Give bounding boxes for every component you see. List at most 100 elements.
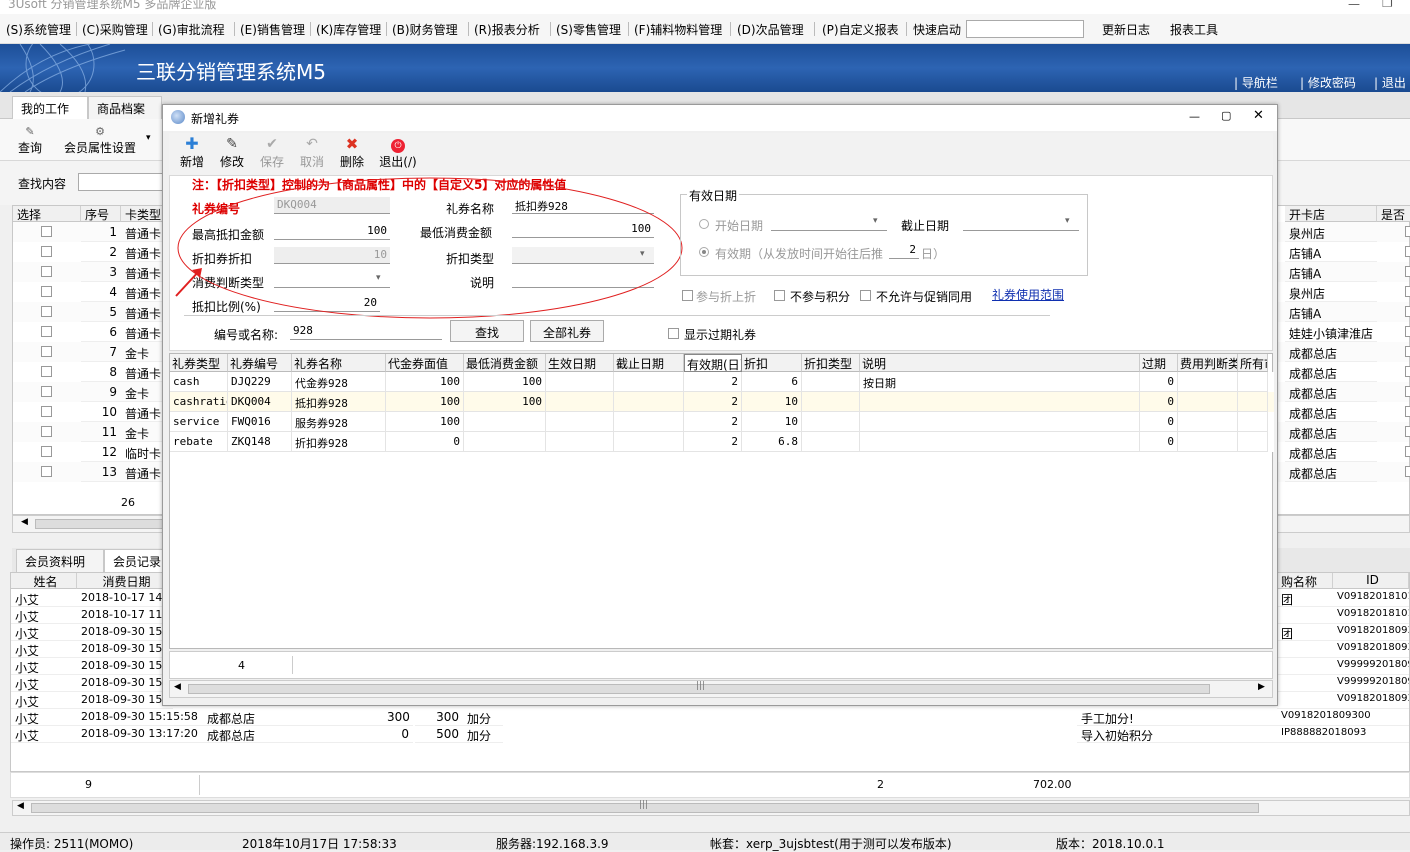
edit-button[interactable]: ✎ 修改: [217, 135, 247, 170]
coupon-grid-header[interactable]: 说明: [860, 354, 1140, 372]
changelog-link[interactable]: 更新日志: [1102, 21, 1150, 38]
exit-button[interactable]: ⏻ 退出(/): [375, 135, 421, 170]
select-checkbox[interactable]: [41, 466, 52, 480]
tab-product-archive[interactable]: 商品档案管: [88, 96, 162, 133]
table-row[interactable]: 小艾 2018-09-30 15:15:58 成都总店 300 300 加分 手工加分! V0…: [11, 709, 1409, 726]
coupon-grid-header[interactable]: 过期: [1140, 354, 1178, 372]
coupon-grid-header[interactable]: 礼券编号: [228, 354, 292, 372]
delete-button[interactable]: ✖ 删除: [337, 135, 367, 170]
menu-finance[interactable]: (B)财务管理: [392, 21, 458, 38]
row-has-checkbox[interactable]: [1405, 226, 1410, 240]
row-has-checkbox[interactable]: [1405, 266, 1410, 280]
scroll-right-icon[interactable]: ▶: [1258, 682, 1265, 692]
report-tool-link[interactable]: 报表工具: [1170, 21, 1218, 38]
select-checkbox[interactable]: [41, 446, 52, 460]
logout-link[interactable]: | 退出: [1374, 74, 1406, 91]
coupon-grid-scrollbar[interactable]: ◀ ||| ▶: [169, 680, 1273, 698]
close-icon[interactable]: ✕: [1253, 108, 1264, 123]
row-has-checkbox[interactable]: [1405, 446, 1410, 460]
select-checkbox[interactable]: [41, 406, 52, 420]
coupon-grid-header[interactable]: 截止日期: [614, 354, 684, 372]
start-date-radio[interactable]: [699, 219, 709, 229]
menu-defects[interactable]: (D)次品管理: [737, 21, 804, 38]
no-promo-checkbox[interactable]: [860, 290, 871, 304]
period-input[interactable]: 2: [889, 242, 919, 259]
maximize-icon[interactable]: ▢: [1221, 109, 1231, 122]
restore-icon[interactable]: ❐: [1382, 0, 1393, 10]
header-id[interactable]: ID: [1333, 573, 1409, 589]
menu-retail[interactable]: (S)零售管理: [556, 21, 621, 38]
row-has-checkbox[interactable]: [1405, 366, 1410, 380]
row-has-checkbox[interactable]: [1405, 326, 1410, 340]
select-checkbox[interactable]: [41, 306, 52, 320]
coupon-grid-header[interactable]: 折扣类型: [802, 354, 860, 372]
select-checkbox[interactable]: [41, 326, 52, 340]
coupon-grid-header[interactable]: 所有市: [1238, 354, 1268, 372]
table-row[interactable]: service FWQ016 服务券928 100 2 10 0: [170, 412, 1274, 432]
table-row[interactable]: cash DJQ229 代金券928 100 100 2 6 按日期 0: [170, 372, 1274, 392]
select-checkbox[interactable]: [41, 226, 52, 240]
table-row[interactable]: 小艾 2018-09-30 13:17:20 成都总店 0 500 加分 导入初始积分 IP8…: [11, 726, 1409, 743]
menu-inventory[interactable]: (K)库存管理: [316, 21, 381, 38]
scope-link[interactable]: 礼券使用范围: [992, 286, 1064, 303]
select-checkbox[interactable]: [41, 286, 52, 300]
coupon-grid-header[interactable]: 代金券面值: [386, 354, 464, 372]
select-checkbox[interactable]: [41, 266, 52, 280]
start-date-input[interactable]: [771, 214, 887, 231]
scroll-left-icon[interactable]: ◀: [174, 682, 181, 692]
no-points-checkbox[interactable]: [774, 290, 785, 304]
select-checkbox[interactable]: [41, 386, 52, 400]
menu-system[interactable]: (S)系统管理: [6, 21, 71, 38]
all-coupons-button[interactable]: 全部礼券: [530, 320, 604, 342]
dropdown-arrow-icon[interactable]: ▾: [1065, 216, 1070, 226]
tab-member-detail[interactable]: 会员资料明细: [16, 549, 104, 586]
quick-launch-input[interactable]: [966, 20, 1084, 38]
row-has-checkbox[interactable]: [1405, 286, 1410, 300]
minimize-icon[interactable]: —: [1189, 110, 1200, 123]
discount-on-discount-checkbox[interactable]: [682, 290, 693, 304]
dropdown-arrow-icon[interactable]: ▾: [873, 216, 878, 226]
row-has-checkbox[interactable]: [1405, 466, 1410, 480]
coupon-grid-header[interactable]: 折扣: [742, 354, 802, 372]
coupon-grid-header[interactable]: 费用判断类: [1178, 354, 1238, 372]
scroll-left-icon[interactable]: ◀: [17, 801, 24, 811]
menu-sales[interactable]: (E)销售管理: [240, 21, 305, 38]
table-row[interactable]: cashratio DKQ004 抵扣券928 100 100 2 10 0: [170, 392, 1274, 412]
menu-materials[interactable]: (F)辅料物料管理: [634, 21, 722, 38]
nav-link[interactable]: | 导航栏: [1234, 74, 1278, 91]
select-checkbox[interactable]: [41, 346, 52, 360]
coupon-grid-header[interactable]: 有效期(日): [684, 354, 742, 372]
row-has-checkbox[interactable]: [1405, 426, 1410, 440]
row-has-checkbox[interactable]: [1405, 386, 1410, 400]
coupon-grid-header[interactable]: 礼券类型: [170, 354, 228, 372]
cancel-button[interactable]: ↶ 取消: [297, 135, 327, 170]
header-no[interactable]: 序号: [81, 206, 121, 222]
row-has-checkbox[interactable]: [1405, 246, 1410, 260]
new-button[interactable]: ✚ 新增: [177, 135, 207, 170]
change-password-link[interactable]: | 修改密码: [1300, 74, 1356, 91]
select-checkbox[interactable]: [41, 366, 52, 380]
menu-purchase[interactable]: (C)采购管理: [82, 21, 148, 38]
row-has-checkbox[interactable]: [1405, 406, 1410, 420]
end-date-input[interactable]: [963, 214, 1079, 231]
row-has-checkbox[interactable]: [1405, 306, 1410, 320]
menu-custom-report[interactable]: (P)自定义报表: [822, 21, 899, 38]
scroll-left-icon[interactable]: ◀: [21, 517, 28, 527]
coupon-grid-header[interactable]: 生效日期: [546, 354, 614, 372]
tab-workbench[interactable]: 我的工作台: [12, 96, 88, 133]
search-button[interactable]: 查找: [450, 320, 524, 342]
search-input[interactable]: 928: [290, 323, 442, 340]
filter-input[interactable]: [78, 173, 168, 191]
table-row[interactable]: rebate ZKQ148 折扣券928 0 2 6.8 0: [170, 432, 1274, 452]
header-name[interactable]: 姓名: [11, 573, 77, 589]
member-props-button[interactable]: ⚙ 会员属性设置: [60, 125, 140, 156]
save-button[interactable]: ✔ 保存: [257, 135, 287, 170]
select-checkbox[interactable]: [41, 426, 52, 440]
query-button[interactable]: ✎ 查询: [14, 125, 46, 156]
header-date[interactable]: 消费日期: [77, 573, 173, 589]
coupon-grid-header[interactable]: 最低消费金额: [464, 354, 546, 372]
menu-reports[interactable]: (R)报表分析: [474, 21, 540, 38]
select-checkbox[interactable]: [41, 246, 52, 260]
menu-approval[interactable]: (G)审批流程: [158, 21, 225, 38]
row-has-checkbox[interactable]: [1405, 346, 1410, 360]
